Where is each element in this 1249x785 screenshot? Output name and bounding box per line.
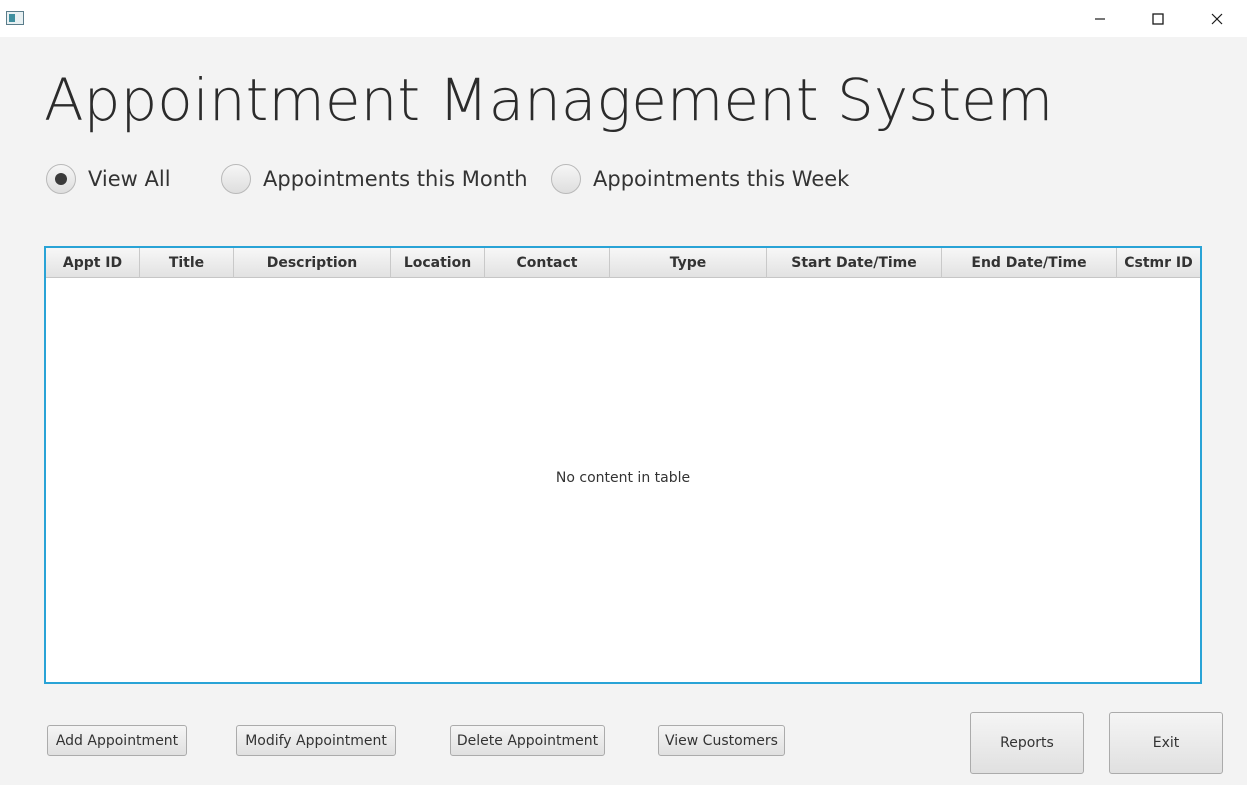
radio-appointments-week[interactable]: Appointments this Week (551, 164, 849, 194)
main-content: Appointment Management System View All A… (0, 37, 1247, 785)
view-customers-button[interactable]: View Customers (658, 725, 785, 756)
column-header-location[interactable]: Location (391, 248, 485, 278)
column-header-title[interactable]: Title (140, 248, 234, 278)
radio-label: View All (88, 167, 171, 191)
radio-appointments-month[interactable]: Appointments this Month (221, 164, 528, 194)
radio-label: Appointments this Month (263, 167, 528, 191)
appointments-table[interactable]: Appt ID Title Description Location Conta… (44, 246, 1202, 684)
app-window-icon (6, 11, 24, 25)
reports-button[interactable]: Reports (970, 712, 1084, 774)
column-header-contact[interactable]: Contact (485, 248, 610, 278)
page-title: Appointment Management System (44, 66, 1054, 134)
title-bar[interactable] (0, 0, 1247, 37)
column-header-description[interactable]: Description (234, 248, 391, 278)
maximize-button[interactable] (1129, 0, 1187, 37)
column-header-end-datetime[interactable]: End Date/Time (942, 248, 1117, 278)
radio-view-all[interactable]: View All (46, 164, 171, 194)
maximize-icon (1152, 12, 1164, 25)
minimize-icon (1095, 17, 1105, 20)
close-button[interactable] (1188, 0, 1246, 37)
radio-circle[interactable] (221, 164, 251, 194)
table-header: Appt ID Title Description Location Conta… (46, 248, 1200, 278)
app-window: Appointment Management System View All A… (0, 0, 1247, 785)
radio-circle[interactable] (551, 164, 581, 194)
column-header-type[interactable]: Type (610, 248, 767, 278)
radio-label: Appointments this Week (593, 167, 850, 191)
exit-button[interactable]: Exit (1109, 712, 1223, 774)
delete-appointment-button[interactable]: Delete Appointment (450, 725, 605, 756)
close-icon (1211, 13, 1223, 24)
minimize-button[interactable] (1071, 0, 1129, 37)
modify-appointment-button[interactable]: Modify Appointment (236, 725, 396, 756)
column-header-start-datetime[interactable]: Start Date/Time (767, 248, 942, 278)
add-appointment-button[interactable]: Add Appointment (47, 725, 187, 756)
empty-table-message: No content in table (555, 470, 691, 486)
radio-circle-selected[interactable] (46, 164, 76, 194)
column-header-customer-id[interactable]: Cstmr ID (1117, 248, 1200, 278)
column-header-appt-id[interactable]: Appt ID (46, 248, 140, 278)
